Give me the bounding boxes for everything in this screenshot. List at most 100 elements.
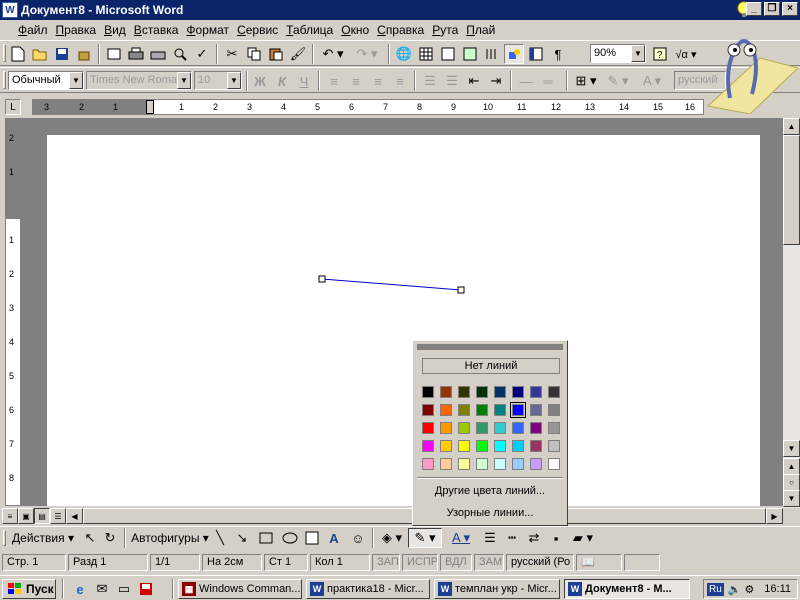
document-page[interactable] xyxy=(47,135,760,506)
next-page-icon[interactable]: ▼ xyxy=(783,490,800,507)
printer-icon[interactable] xyxy=(148,44,168,64)
columns-icon[interactable] xyxy=(482,44,502,64)
color-swatch[interactable] xyxy=(548,458,560,470)
chevron-down-icon[interactable]: ▼ xyxy=(631,45,645,62)
color-swatch[interactable] xyxy=(548,386,560,398)
color-swatch[interactable] xyxy=(512,440,524,452)
outlook-icon[interactable]: ✉ xyxy=(92,579,112,599)
increase-indent-icon[interactable]: ⇥ xyxy=(486,71,506,91)
more-line-colors-item[interactable]: Другие цвета линий... xyxy=(417,482,563,500)
restore-button[interactable]: ❐ xyxy=(764,2,780,16)
select-pointer-icon[interactable]: ↖ xyxy=(80,528,100,548)
help-icon[interactable]: ? xyxy=(650,44,670,64)
font-color-draw-icon[interactable]: A ▾ xyxy=(446,528,476,548)
color-swatch[interactable] xyxy=(530,386,542,398)
color-swatch[interactable] xyxy=(458,458,470,470)
clipart-icon[interactable]: ☺ xyxy=(348,528,368,548)
shadow-icon[interactable]: ▪ xyxy=(546,528,566,548)
color-swatch[interactable] xyxy=(494,386,506,398)
color-swatch[interactable] xyxy=(422,422,434,434)
vertical-scrollbar[interactable]: ▲ ▼ ▲ ○ ▼ xyxy=(783,118,800,508)
patterned-lines-item[interactable]: Узорные линии... xyxy=(417,504,563,522)
menu-help[interactable]: Справка xyxy=(373,23,428,37)
align-left-icon[interactable]: ≡ xyxy=(324,71,344,91)
color-swatch[interactable] xyxy=(458,422,470,434)
indent-marker[interactable] xyxy=(146,100,154,114)
align-center-icon[interactable]: ≡ xyxy=(346,71,366,91)
color-swatch[interactable] xyxy=(494,404,506,416)
spelling-status-icon[interactable]: 📖 xyxy=(576,554,622,571)
arrow-tool-icon[interactable]: ↘ xyxy=(232,528,252,548)
undo-icon[interactable]: ↶ ▾ xyxy=(318,44,348,64)
equation-icon[interactable]: √α ▾ xyxy=(672,44,700,64)
color-swatch[interactable] xyxy=(440,386,452,398)
clock[interactable]: 16:11 xyxy=(764,583,791,595)
minimize-button[interactable]: _ xyxy=(746,2,762,16)
color-swatch[interactable] xyxy=(476,386,488,398)
menu-plai-label[interactable]: Плай xyxy=(462,23,499,37)
menu-edit[interactable]: Правка xyxy=(52,23,101,37)
redo-icon[interactable]: ↷ ▾ xyxy=(352,44,382,64)
close-button[interactable]: × xyxy=(782,2,798,16)
open-icon[interactable] xyxy=(30,44,50,64)
menu-tools[interactable]: Сервис xyxy=(233,23,282,37)
spelling-icon[interactable]: ✓ xyxy=(192,44,212,64)
color-swatch[interactable] xyxy=(548,404,560,416)
task-document8[interactable]: W Документ8 - М... xyxy=(564,579,690,599)
color-swatch[interactable] xyxy=(440,440,452,452)
double-line-icon[interactable]: ═ xyxy=(538,71,558,91)
actions-menu[interactable]: Действия ▾ xyxy=(10,528,76,548)
normal-view-icon[interactable]: ≡ xyxy=(2,508,18,524)
color-swatch[interactable] xyxy=(476,422,488,434)
print-preview-icon[interactable] xyxy=(104,44,124,64)
color-swatch[interactable] xyxy=(512,386,524,398)
color-swatch[interactable] xyxy=(458,440,470,452)
document-map-icon[interactable] xyxy=(526,44,546,64)
chevron-down-icon[interactable]: ▼ xyxy=(227,72,241,89)
toolbar-grip[interactable] xyxy=(3,71,6,89)
menu-window[interactable]: Окно xyxy=(337,23,373,37)
color-swatch[interactable] xyxy=(458,404,470,416)
ruler-tab-selector[interactable]: L xyxy=(5,99,21,115)
language-indicator[interactable]: Ru xyxy=(707,582,724,596)
color-swatch[interactable] xyxy=(422,386,434,398)
scroll-up-icon[interactable]: ▲ xyxy=(783,118,800,135)
office-assistant-clippy[interactable] xyxy=(700,28,800,115)
drawing-icon[interactable] xyxy=(504,44,524,64)
print-icon[interactable] xyxy=(126,44,146,64)
color-swatch[interactable] xyxy=(476,440,488,452)
color-swatch[interactable] xyxy=(530,404,542,416)
status-language[interactable]: русский (Ро xyxy=(506,554,574,571)
selection-handle[interactable] xyxy=(457,286,465,294)
tables-icon[interactable] xyxy=(416,44,436,64)
text-box-icon[interactable] xyxy=(302,528,322,548)
autoshapes-menu[interactable]: Автофигуры ▾ xyxy=(130,528,210,548)
toolbar-grip[interactable] xyxy=(3,44,6,62)
color-swatch[interactable] xyxy=(530,458,542,470)
paste-icon[interactable] xyxy=(266,44,286,64)
task-windows-commander[interactable]: ▦ Windows Comman... xyxy=(178,579,302,599)
underline-button[interactable]: Ч xyxy=(294,71,314,91)
style-select[interactable]: Обычный ▼ xyxy=(8,71,84,90)
line-tool-icon[interactable]: ╲ xyxy=(210,528,230,548)
color-swatch[interactable] xyxy=(476,458,488,470)
chevron-down-icon[interactable]: ▼ xyxy=(177,72,191,89)
hyperlink-icon[interactable]: 🌐 xyxy=(394,44,414,64)
cut-icon[interactable]: ✂ xyxy=(222,44,242,64)
3d-icon[interactable]: ▰ ▾ xyxy=(568,528,598,548)
task-templan[interactable]: Wтемплан укр - Micr... xyxy=(434,579,560,599)
permission-icon[interactable] xyxy=(74,44,94,64)
menu-view[interactable]: Вид xyxy=(100,23,130,37)
ie-icon[interactable]: e xyxy=(70,579,90,599)
speaker-icon[interactable]: 🔈 xyxy=(728,583,742,596)
status-ovr[interactable]: ЗАМ xyxy=(474,554,504,571)
color-swatch[interactable] xyxy=(422,440,434,452)
color-swatch[interactable] xyxy=(548,440,560,452)
color-swatch[interactable] xyxy=(548,422,560,434)
word-icon[interactable]: W xyxy=(2,2,18,18)
color-swatch[interactable] xyxy=(494,422,506,434)
network-icon[interactable]: ⚙ xyxy=(745,583,755,596)
borders-icon[interactable]: ⊞ ▾ xyxy=(572,71,600,91)
new-doc-icon[interactable] xyxy=(8,44,28,64)
justify-icon[interactable]: ≡ xyxy=(390,71,410,91)
